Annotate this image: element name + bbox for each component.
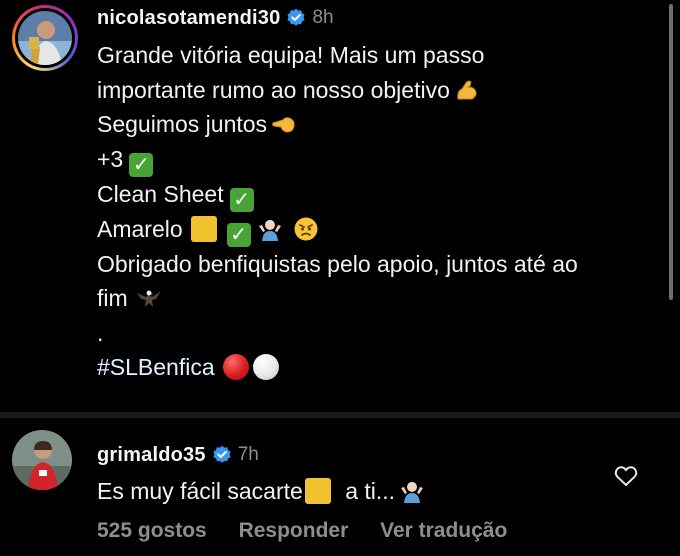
check-mark-icon: ✓ — [226, 222, 251, 247]
caption-line: Grande vitória equipa! Mais um passo — [97, 42, 485, 68]
verified-badge-icon — [213, 445, 231, 463]
caption-text: fim — [97, 285, 128, 311]
person-shrugging-icon — [401, 482, 424, 503]
white-circle-icon — [252, 354, 279, 380]
reply-avatar-image — [12, 430, 72, 490]
caption-line: Amarelo ✓ — [97, 212, 663, 247]
likes-count[interactable]: 525 gostos — [97, 519, 207, 542]
check-mark-icon: ✓ — [229, 187, 254, 212]
post-username[interactable]: nicolasotamendi30 — [97, 7, 280, 30]
reply-time: 7h — [237, 444, 259, 465]
scrollbar[interactable] — [669, 4, 673, 300]
avatar-image — [18, 11, 72, 65]
caption-text: Clean Sheet — [97, 180, 224, 207]
caption-line: +3 ✓ — [97, 142, 663, 177]
reply-text-end: a ti... — [345, 478, 396, 504]
caption-line: #SLBenfica — [97, 350, 663, 385]
red-circle-icon — [222, 354, 249, 380]
caption-line: Obrigado benfiquistas pelo apoio, juntos… — [97, 250, 578, 277]
post-section: nicolasotamendi30 8h Grande vitória equi… — [0, 0, 680, 412]
caption-text: importante rumo ao nosso objetivo — [97, 76, 450, 103]
caption-line: . — [97, 319, 104, 346]
caption-text: +3 — [97, 145, 124, 172]
see-translation-button[interactable]: Ver tradução — [380, 519, 507, 542]
caption-text: Seguimos juntos — [97, 111, 268, 137]
caption-line: fim — [97, 281, 663, 316]
reply-actions: 525 gostos Responder Ver tradução — [97, 519, 533, 543]
yellow-card-icon — [304, 478, 331, 504]
check-mark-icon: ✓ — [129, 152, 154, 177]
reply-text-start: Es muy fácil sacarte — [97, 478, 303, 504]
story-ring[interactable] — [12, 5, 78, 71]
reply-text: Es muy fácil sacarte a ti... — [97, 478, 425, 505]
caption-text: Amarelo — [97, 215, 183, 242]
heart-outline-icon[interactable] — [614, 465, 638, 487]
caption-line: importante rumo ao nosso objetivo — [97, 73, 663, 108]
reply-comment: grimaldo35 7h Es muy fácil sacarte a ti.… — [0, 418, 680, 556]
yellow-card-icon — [190, 215, 217, 242]
caption-line: Clean Sheet ✓ — [97, 177, 663, 212]
reply-avatar[interactable] — [12, 430, 72, 490]
reply-button[interactable]: Responder — [239, 519, 349, 542]
pointing-hand-icon — [272, 117, 295, 133]
reply-username[interactable]: grimaldo35 — [97, 444, 206, 467]
eagle-icon — [136, 290, 161, 307]
post-caption: Grande vitória equipa! Mais um passo imp… — [97, 38, 663, 385]
flexed-biceps-icon — [457, 80, 477, 99]
person-shrugging-icon — [258, 219, 281, 241]
angry-face-icon — [294, 217, 318, 240]
verified-badge-icon — [287, 8, 306, 26]
avatar[interactable] — [18, 11, 72, 65]
post-time: 8h — [312, 7, 334, 28]
hashtag-link[interactable]: #SLBenfica — [97, 354, 215, 380]
caption-line: Seguimos juntos — [97, 107, 663, 142]
